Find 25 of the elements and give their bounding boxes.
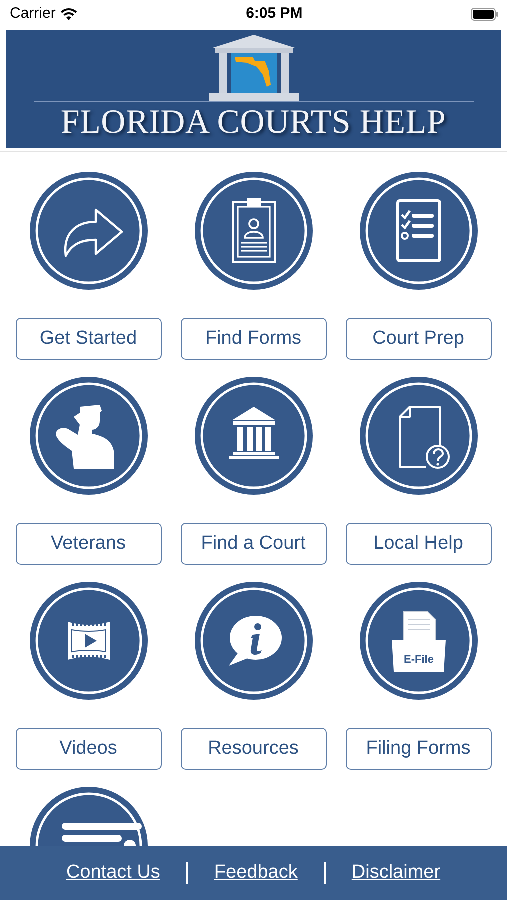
saluting-soldier-icon[interactable] <box>30 377 148 495</box>
film-play-icon[interactable] <box>30 582 148 700</box>
checklist-icon[interactable] <box>360 172 478 290</box>
document-question-icon[interactable] <box>360 377 478 495</box>
battery-icon <box>470 8 499 20</box>
menu-button[interactable]: Local Help <box>346 523 492 565</box>
efile-folder-icon[interactable]: E-File <box>360 582 478 700</box>
menu-button[interactable]: Videos <box>16 728 162 770</box>
clock-time: 6:05 PM <box>246 4 303 24</box>
banner-title: FLORIDA COURTS HELP <box>60 106 446 140</box>
menu-button[interactable]: Resources <box>180 728 326 770</box>
footer-link[interactable]: Feedback <box>214 858 298 888</box>
carrier-name: Carrier <box>10 4 56 24</box>
clipboard-icon[interactable] <box>194 172 312 290</box>
wifi-icon <box>60 8 78 20</box>
menu-button[interactable]: Filing Forms <box>346 728 492 770</box>
menu-button[interactable]: Find Forms <box>180 318 326 360</box>
menu-button[interactable]: Get Started <box>16 318 162 360</box>
footer-link[interactable]: Disclaimer <box>352 858 441 888</box>
menu-button[interactable]: Find a Court <box>180 523 326 565</box>
courthouse-icon[interactable] <box>194 377 312 495</box>
menu-button[interactable]: Court Prep <box>346 318 492 360</box>
footer-link[interactable]: Contact Us <box>66 858 160 888</box>
menu-button[interactable]: Veterans <box>16 523 162 565</box>
info-bubble-icon[interactable] <box>194 582 312 700</box>
